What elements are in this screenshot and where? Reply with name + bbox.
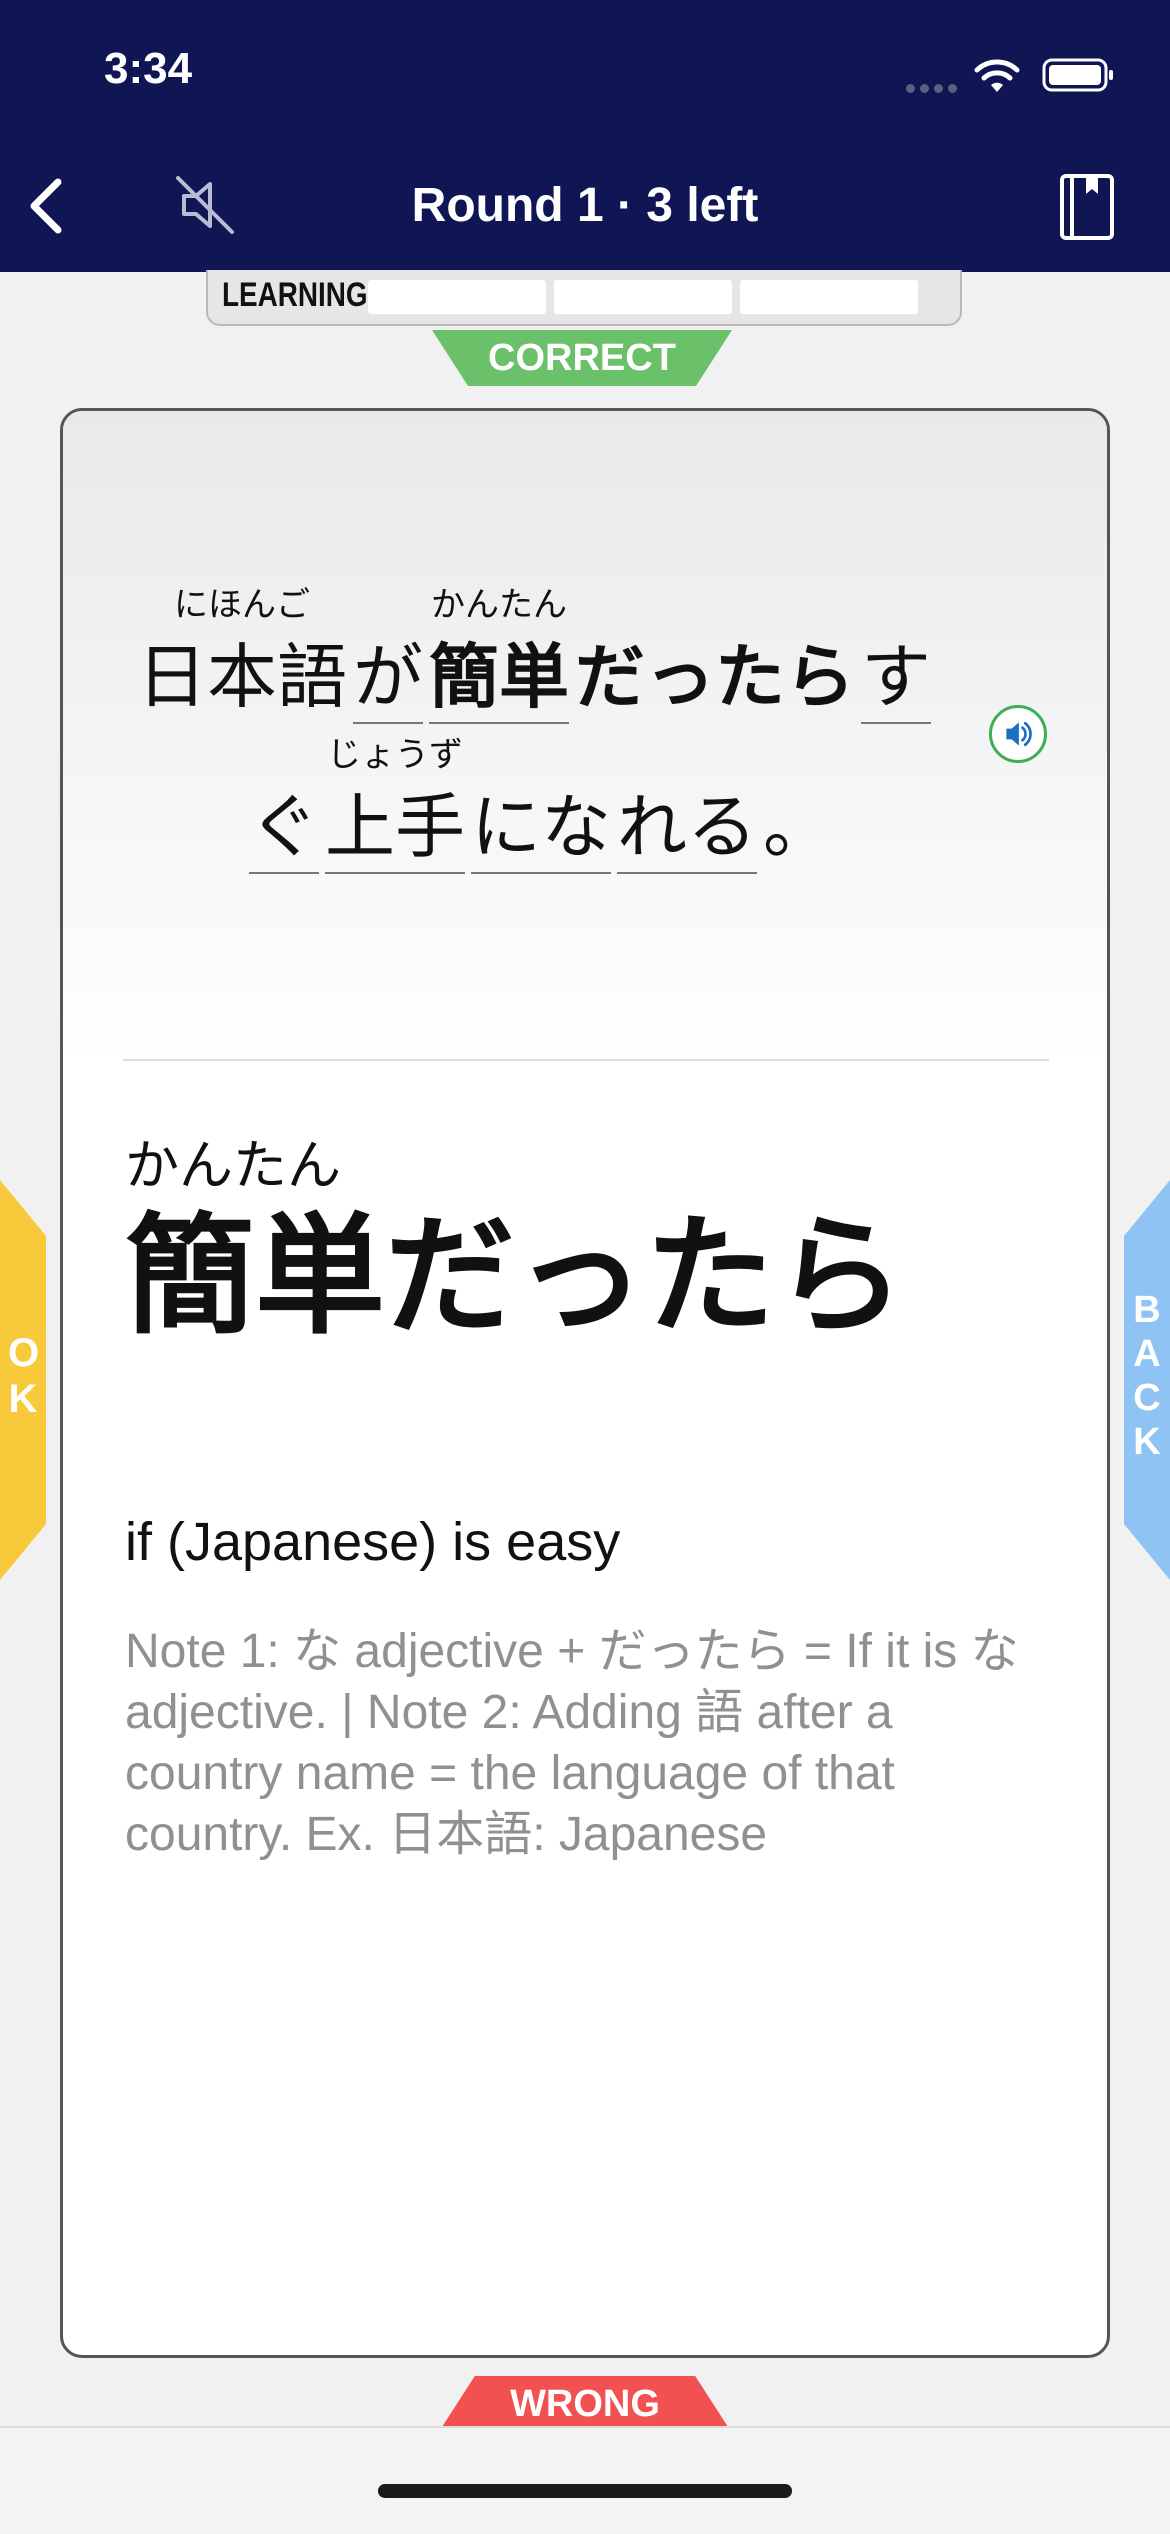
mute-icon[interactable] — [172, 172, 238, 238]
term: 簡単だったら — [125, 1200, 906, 1352]
round-title: Round 1 · 3 left — [411, 179, 759, 232]
sentence-word[interactable]: 上手 じょうず — [325, 735, 465, 874]
status-time: 3:34 — [104, 44, 193, 93]
term-meaning: if (Japanese) is easy — [125, 1512, 621, 1572]
furigana: かんたん — [431, 585, 567, 625]
flashcard[interactable]: 日本語 にほんご が簡単 かんたん だったらす ぐ上手 じょうず になれる。 かんたん 簡単… — [60, 408, 1110, 2358]
example-sentence-line-1: 日本語 にほんご が簡単 かんたん だったらす — [137, 585, 937, 724]
back-chevron-icon[interactable] — [18, 176, 78, 236]
furigana: じょうず — [327, 735, 463, 775]
progress-segment — [740, 280, 918, 314]
furigana: にほんご — [174, 585, 310, 625]
home-indicator[interactable] — [378, 2484, 792, 2498]
card-divider — [123, 1059, 1049, 1061]
progress-label: LEARNING — [222, 276, 368, 314]
sentence-word[interactable]: にな — [471, 771, 611, 874]
sentence-word[interactable]: れる — [617, 771, 757, 874]
example-sentence-line-2: ぐ上手 じょうず になれる。 — [249, 735, 839, 874]
sentence-word[interactable]: 日本語 にほんご — [137, 585, 347, 722]
sentence-word[interactable]: ぐ — [249, 771, 319, 874]
speaker-icon[interactable] — [989, 705, 1047, 763]
progress-segment — [554, 280, 732, 314]
sentence-word[interactable]: 。 — [763, 771, 833, 872]
card-sentence-area — [63, 411, 1107, 1061]
term-notes: Note 1: な adjective + だったら = If it is な … — [125, 1625, 1019, 1861]
sentence-word[interactable]: す — [861, 621, 931, 724]
ok-tab-label: OK — [8, 1331, 40, 1421]
sentence-word[interactable]: 簡単 かんたん — [429, 585, 569, 724]
battery-icon — [1042, 58, 1113, 92]
back-tab-label: BACK — [1133, 1289, 1161, 1463]
learning-progress-bar: LEARNING — [206, 270, 962, 326]
correct-tab[interactable]: CORRECT — [432, 330, 732, 386]
sentence-word[interactable]: だったら — [575, 621, 855, 722]
cellular-signal-icon — [906, 78, 962, 97]
book-icon[interactable] — [1058, 172, 1116, 244]
sentence-word[interactable]: が — [353, 621, 423, 724]
home-bar — [0, 2426, 1170, 2534]
wifi-icon — [974, 59, 1020, 92]
progress-segment — [368, 280, 546, 314]
wrong-tab[interactable]: WRONG — [440, 2376, 730, 2430]
